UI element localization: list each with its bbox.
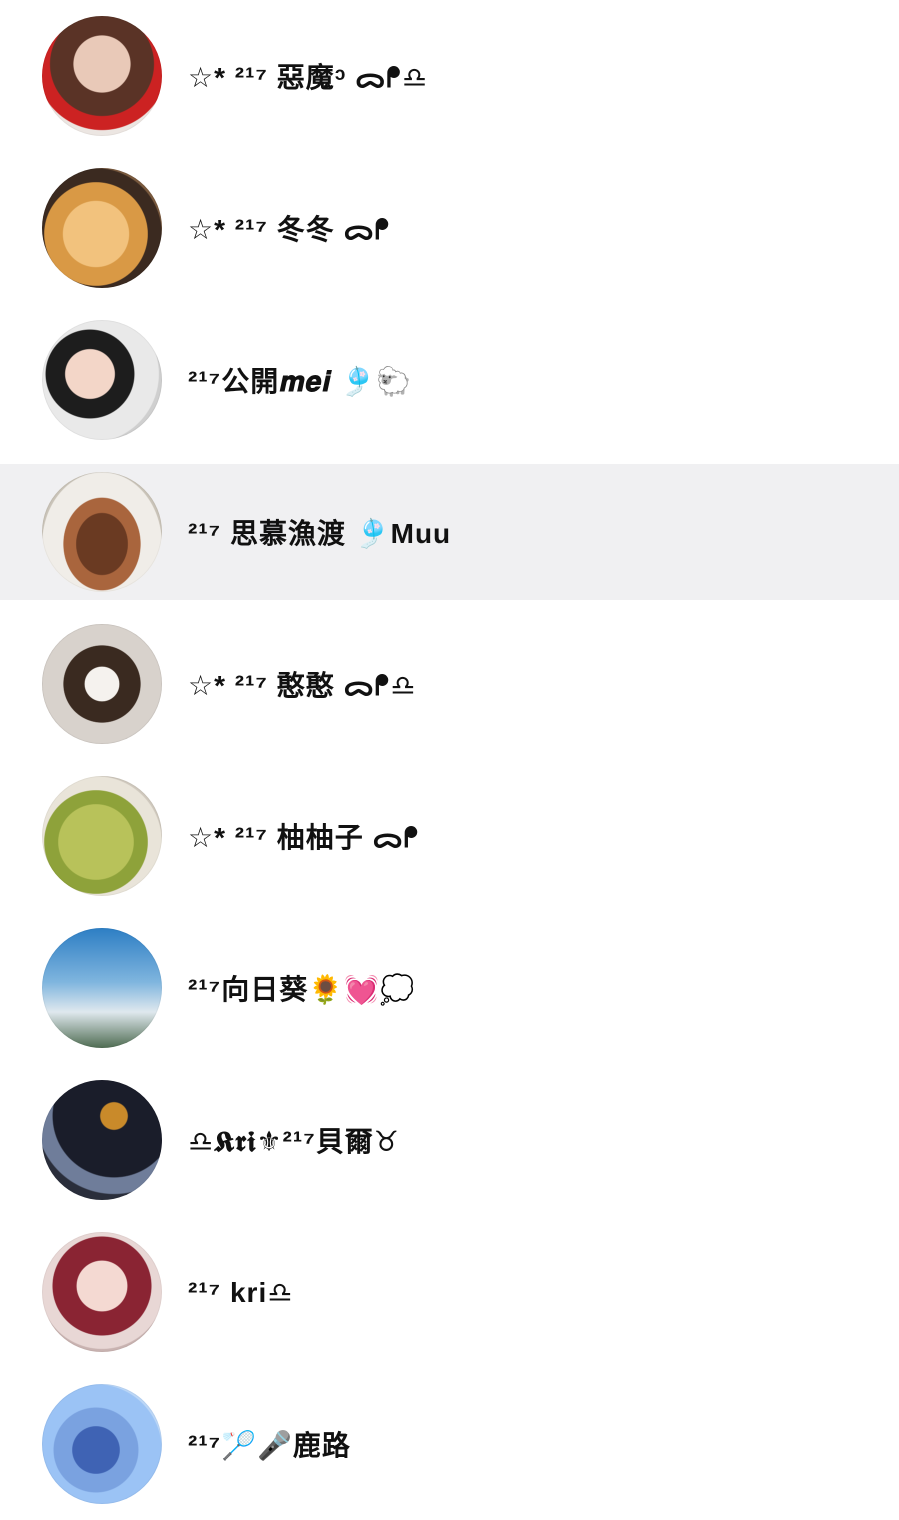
list-item[interactable]: ☆* ²¹⁷ 柚柚子 ᯅᖰ	[0, 760, 899, 912]
list-item[interactable]: ²¹⁷向日葵🌻💓💭	[0, 912, 899, 1064]
contact-name: ☆* ²¹⁷ 憨憨 ᯅᖰ♎	[188, 670, 417, 701]
list-item[interactable]: ☆* ²¹⁷ 憨憨 ᯅᖰ♎	[0, 608, 899, 760]
list-item-selected[interactable]: ²¹⁷ 思慕漁渡 🎐Muu	[0, 464, 899, 600]
avatar	[42, 320, 162, 440]
list-item[interactable]: ²¹⁷🏸🎤鹿路	[0, 1368, 899, 1520]
list-item[interactable]: ☆* ²¹⁷ 冬冬 ᯅᖰ	[0, 152, 899, 304]
contact-name: ²¹⁷🏸🎤鹿路	[188, 1430, 351, 1461]
avatar	[42, 1080, 162, 1200]
avatar	[42, 168, 162, 288]
list-item[interactable]: ²¹⁷ kri♎	[0, 1216, 899, 1368]
avatar	[42, 624, 162, 744]
contact-name: ²¹⁷ kri♎	[188, 1276, 294, 1308]
avatar	[42, 16, 162, 136]
contact-name: ²¹⁷ 思慕漁渡 🎐Muu	[188, 518, 452, 549]
contact-list: ☆* ²¹⁷ 惡魔ᵓ ᯅᖰ♎ ☆* ²¹⁷ 冬冬 ᯅᖰ ²¹⁷公開𝒎𝒆𝒊 🎐🐑 …	[0, 0, 899, 1520]
list-item[interactable]: ♎𝕶𝖗𝖎⚜²¹⁷貝爾♉	[0, 1064, 899, 1216]
contact-name: ☆* ²¹⁷ 冬冬 ᯅᖰ	[188, 214, 391, 245]
list-item[interactable]: ☆* ²¹⁷ 惡魔ᵓ ᯅᖰ♎	[0, 0, 899, 152]
avatar	[42, 776, 162, 896]
contact-name: ♎𝕶𝖗𝖎⚜²¹⁷貝爾♉	[188, 1126, 400, 1157]
list-item[interactable]: ²¹⁷公開𝒎𝒆𝒊 🎐🐑	[0, 304, 899, 456]
contact-name: ☆* ²¹⁷ 柚柚子 ᯅᖰ	[188, 822, 420, 853]
contact-name: ☆* ²¹⁷ 惡魔ᵓ ᯅᖰ♎	[188, 62, 428, 93]
contact-name: ²¹⁷公開𝒎𝒆𝒊 🎐🐑	[188, 366, 412, 397]
avatar	[42, 1384, 162, 1504]
contact-name: ²¹⁷向日葵🌻💓💭	[188, 974, 416, 1005]
avatar	[42, 1232, 162, 1352]
avatar	[42, 472, 162, 592]
avatar	[42, 928, 162, 1048]
